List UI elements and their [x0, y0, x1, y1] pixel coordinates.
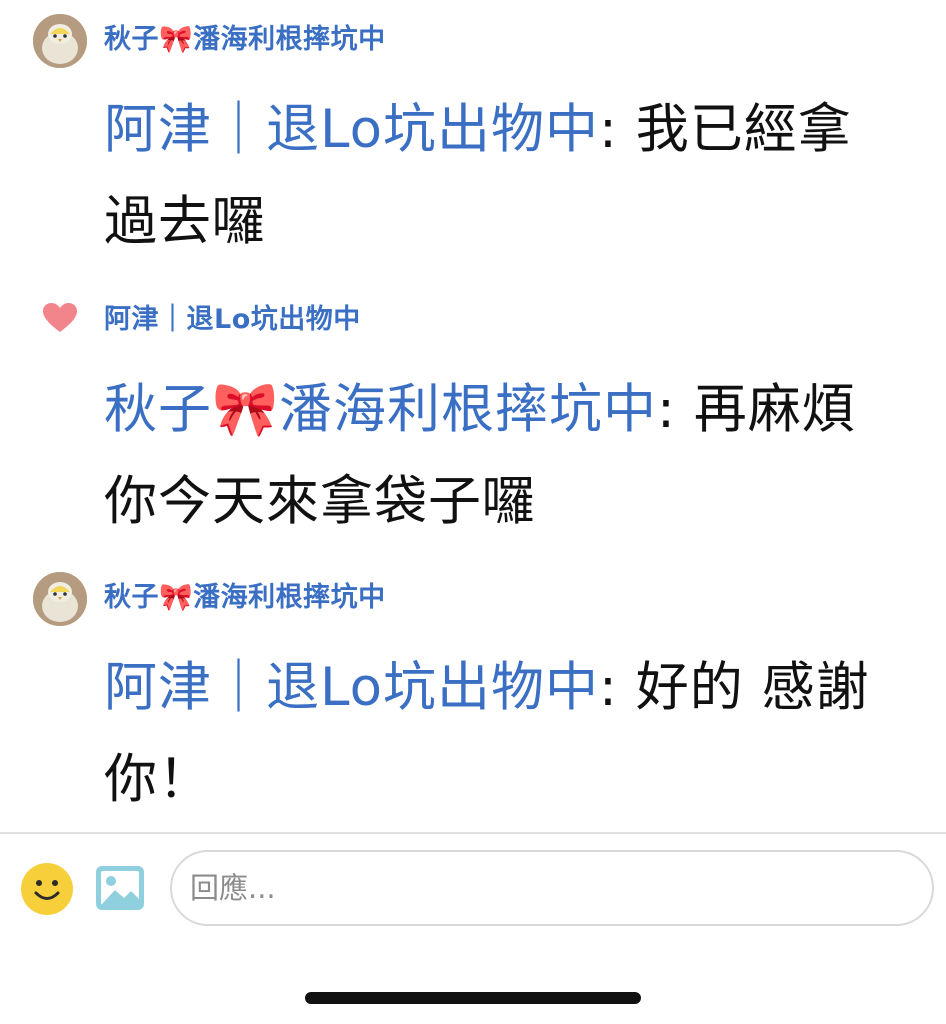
smile-icon[interactable]	[20, 862, 74, 916]
mention-separator: :	[657, 379, 694, 440]
avatar[interactable]	[33, 572, 87, 626]
reply-input[interactable]	[170, 850, 934, 926]
mention-separator: :	[599, 657, 636, 718]
bird-avatar-icon	[33, 572, 87, 626]
comment-author[interactable]: 秋子🎀潘海利根摔坑中	[104, 582, 386, 614]
comment-author[interactable]: 秋子🎀潘海利根摔坑中	[104, 24, 386, 56]
comment-text: 阿津｜退Lo坑出物中: 我已經拿過去囉	[104, 84, 904, 268]
mention-separator: :	[599, 99, 636, 160]
comment-header: 阿津｜退Lo坑出物中	[0, 292, 946, 348]
comment-text: 阿津｜退Lo坑出物中: 好的 感謝你！	[104, 642, 904, 826]
comment-author[interactable]: 阿津｜退Lo坑出物中	[104, 304, 361, 336]
mention-link[interactable]: 秋子🎀潘海利根摔坑中	[104, 379, 657, 440]
bird-avatar-icon	[33, 14, 87, 68]
home-indicator[interactable]	[305, 992, 641, 1004]
heart-icon[interactable]	[42, 302, 78, 334]
comment-text: 秋子🎀潘海利根摔坑中: 再麻煩你今天來拿袋子囉	[104, 364, 904, 548]
comment-header: 秋子🎀潘海利根摔坑中	[0, 12, 946, 68]
mention-link[interactable]: 阿津｜退Lo坑出物中	[104, 99, 599, 160]
mention-link[interactable]: 阿津｜退Lo坑出物中	[104, 657, 599, 718]
composer-divider	[0, 832, 946, 834]
comment-header: 秋子🎀潘海利根摔坑中	[0, 570, 946, 626]
comment-thread-screen: 秋子🎀潘海利根摔坑中 阿津｜退Lo坑出物中: 我已經拿過去囉 阿津｜退Lo坑出物…	[0, 0, 946, 1024]
avatar[interactable]	[33, 14, 87, 68]
image-icon[interactable]	[94, 864, 146, 912]
